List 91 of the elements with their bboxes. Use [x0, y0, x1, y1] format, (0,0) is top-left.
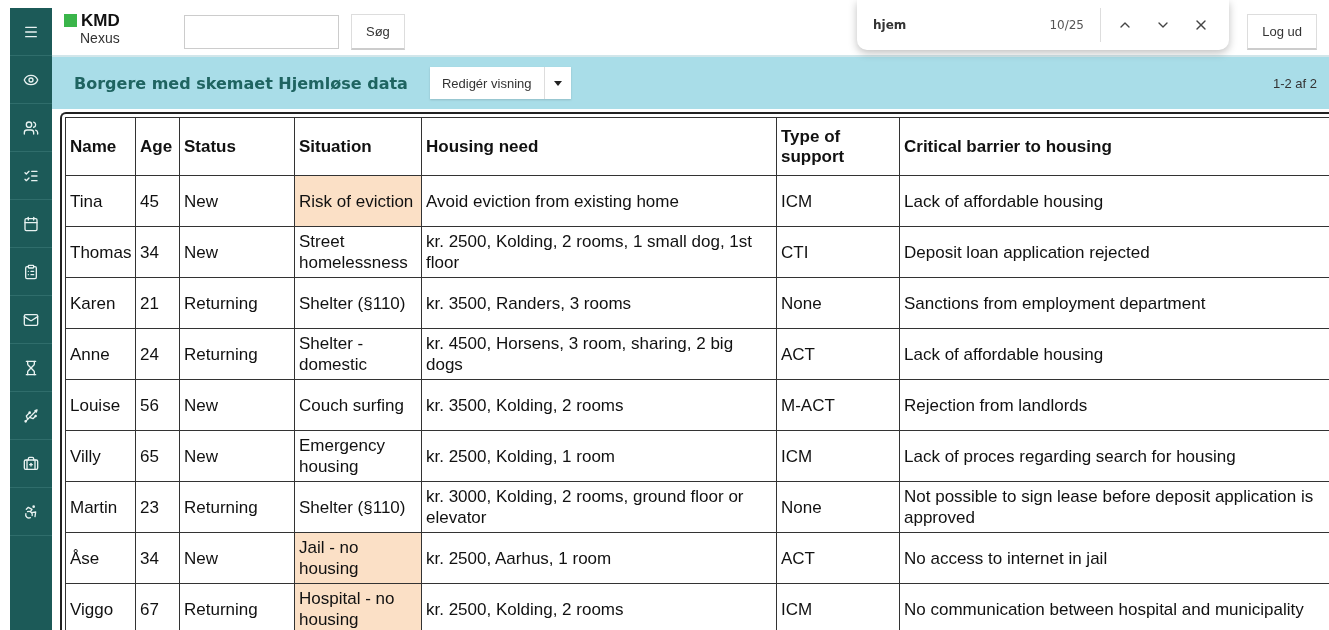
table-cell: kr. 3500, Kolding, 2 rooms [421, 379, 777, 431]
table-cell: Karen [65, 277, 136, 329]
table-cell: Lack of affordable housing [899, 175, 1329, 227]
logo-product: Nexus [80, 29, 121, 46]
table-cell: New [179, 379, 295, 431]
result-range: 1-2 af 2 [1272, 75, 1317, 91]
table-cell: kr. 2500, Aarhus, 1 room [421, 532, 777, 584]
table-cell: 56 [135, 379, 180, 431]
caret-icon [553, 80, 562, 86]
clipboard-icon [23, 263, 39, 280]
table-cell: Street homelessness [294, 226, 422, 278]
column-header: Name [65, 117, 136, 176]
table-cell: kr. 2500, Kolding, 1 room [421, 430, 777, 482]
table-cell: Returning [179, 481, 295, 533]
table-cell: No access to internet in jail [899, 532, 1329, 584]
table-cell: Returning [179, 583, 295, 630]
table-cell: 21 [135, 277, 180, 329]
table-cell: 34 [135, 226, 180, 278]
table-cell: Emergency housing [294, 430, 422, 482]
table-cell: ICM [776, 175, 900, 227]
table-cell: Lack of affordable housing [899, 328, 1329, 380]
mail-icon [23, 311, 39, 328]
table-cell: 24 [135, 328, 180, 380]
table-cell: Risk of eviction [294, 175, 422, 227]
search-button[interactable]: Søg [351, 13, 405, 50]
calendar-icon [23, 215, 39, 232]
table-cell: 65 [135, 430, 180, 482]
column-header: Housing need [421, 117, 777, 176]
table-cell: Åse [65, 532, 136, 584]
column-header: Critical barrier to housing [899, 117, 1329, 176]
table-cell: None [776, 277, 900, 329]
people-icon [23, 119, 39, 136]
table-cell: 34 [135, 532, 180, 584]
table-cell: ACT [776, 532, 900, 584]
column-header: Type of support [776, 117, 900, 176]
table-cell: Hospital - no housing [294, 583, 422, 630]
table-cell: kr. 3500, Randers, 3 rooms [421, 277, 777, 329]
table-cell: Returning [179, 328, 295, 380]
find-count: 10/25 [1049, 8, 1101, 42]
find-query: hjem [873, 18, 908, 32]
column-header: Situation [294, 117, 422, 176]
table-cell: Not possible to sign lease before deposit application is approved [899, 481, 1329, 533]
hourglass-icon [23, 359, 39, 376]
table-cell: Lack of proces regarding search for housing [899, 430, 1329, 482]
column-header: Status [179, 117, 295, 176]
usb-icon [23, 407, 39, 424]
medical-case-icon [23, 455, 39, 472]
table-cell: Avoid eviction from existing home [421, 175, 777, 227]
table-cell: Viggo [65, 583, 136, 630]
table-cell: Thomas [65, 226, 136, 278]
table-cell: Couch surfing [294, 379, 422, 431]
table-cell: ACT [776, 328, 900, 380]
dropdown-button[interactable] [544, 67, 571, 99]
table-cell: 23 [135, 481, 180, 533]
logo-square-icon [64, 14, 77, 27]
view-title: Borgere med skemaet Hjemløse data [74, 73, 408, 93]
table-cell: Returning [179, 277, 295, 329]
edit-view-button[interactable]: Redigér visning [429, 67, 545, 99]
table-cell: Jail - no housing [294, 532, 422, 584]
table-cell: Villy [65, 430, 136, 482]
wheelchair-icon [23, 503, 39, 520]
table-cell: kr. 3000, Kolding, 2 rooms, ground floor or elevator [421, 481, 777, 533]
search-field[interactable] [184, 14, 339, 49]
table-cell: kr. 4500, Horsens, 3 room, sharing, 2 big dogs [421, 328, 777, 380]
table-cell: Tina [65, 175, 136, 227]
table-cell: New [179, 175, 295, 227]
table-cell: Shelter (§110) [294, 277, 422, 329]
table-cell: Martin [65, 481, 136, 533]
table-cell: Louise [65, 379, 136, 431]
table-cell: New [179, 226, 295, 278]
table-cell: Rejection from landlords [899, 379, 1329, 431]
table-cell: No communication between hospital and municipality [899, 583, 1329, 630]
table-cell: Sanctions from employment department [899, 277, 1329, 329]
table-cell: CTI [776, 226, 900, 278]
table-cell: Shelter - domestic [294, 328, 422, 380]
table-cell: 45 [135, 175, 180, 227]
logout-button[interactable]: Log ud [1247, 13, 1317, 50]
table-cell: kr. 2500, Kolding, 2 rooms [421, 583, 777, 630]
table-cell: ICM [776, 583, 900, 630]
table-cell: Anne [65, 328, 136, 380]
table-cell: New [179, 532, 295, 584]
table-cell: New [179, 430, 295, 482]
logo-brand: KMD [81, 11, 120, 30]
table-cell: ICM [776, 430, 900, 482]
column-header: Age [135, 117, 180, 176]
table-cell: M-ACT [776, 379, 900, 431]
table-cell: kr. 2500, Kolding, 2 rooms, 1 small dog, 1st floor [421, 226, 777, 278]
table-cell: None [776, 481, 900, 533]
table-cell: Shelter (§110) [294, 481, 422, 533]
table-cell: 67 [135, 583, 180, 630]
table-cell: Deposit loan application rejected [899, 226, 1329, 278]
